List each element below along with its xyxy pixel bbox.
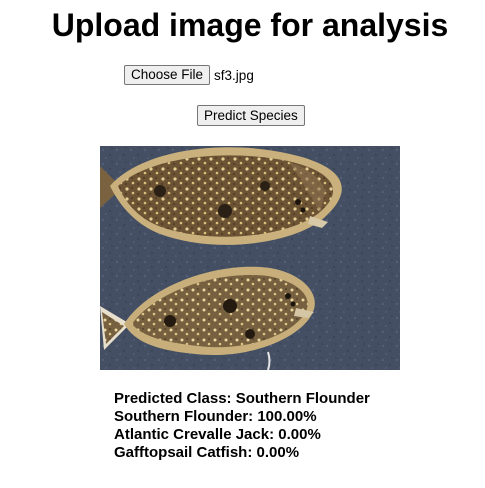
choose-file-button[interactable]: Choose File [124, 65, 211, 85]
score-southern-flounder: Southern Flounder: 100.00% [114, 408, 317, 425]
uploaded-image [100, 146, 400, 370]
selected-file-name: sf3.jpg [214, 67, 254, 83]
score-gafftopsail-catfish: Gafftopsail Catfish: 0.00% [114, 444, 300, 461]
predict-container: Predict Species [197, 105, 305, 126]
predicted-class-text: Predicted Class: Southern Flounder [114, 390, 370, 407]
score-atlantic-crevalle-jack: Atlantic Crevalle Jack: 0.00% [114, 426, 321, 443]
file-upload-row: Choose File sf3.jpg [124, 65, 254, 85]
prediction-results: Predicted Class: Southern Flounder South… [114, 390, 370, 462]
flounder-photo-illustration [100, 146, 400, 370]
predict-species-button[interactable]: Predict Species [197, 105, 305, 126]
page-title: Upload image for analysis [51, 7, 449, 43]
